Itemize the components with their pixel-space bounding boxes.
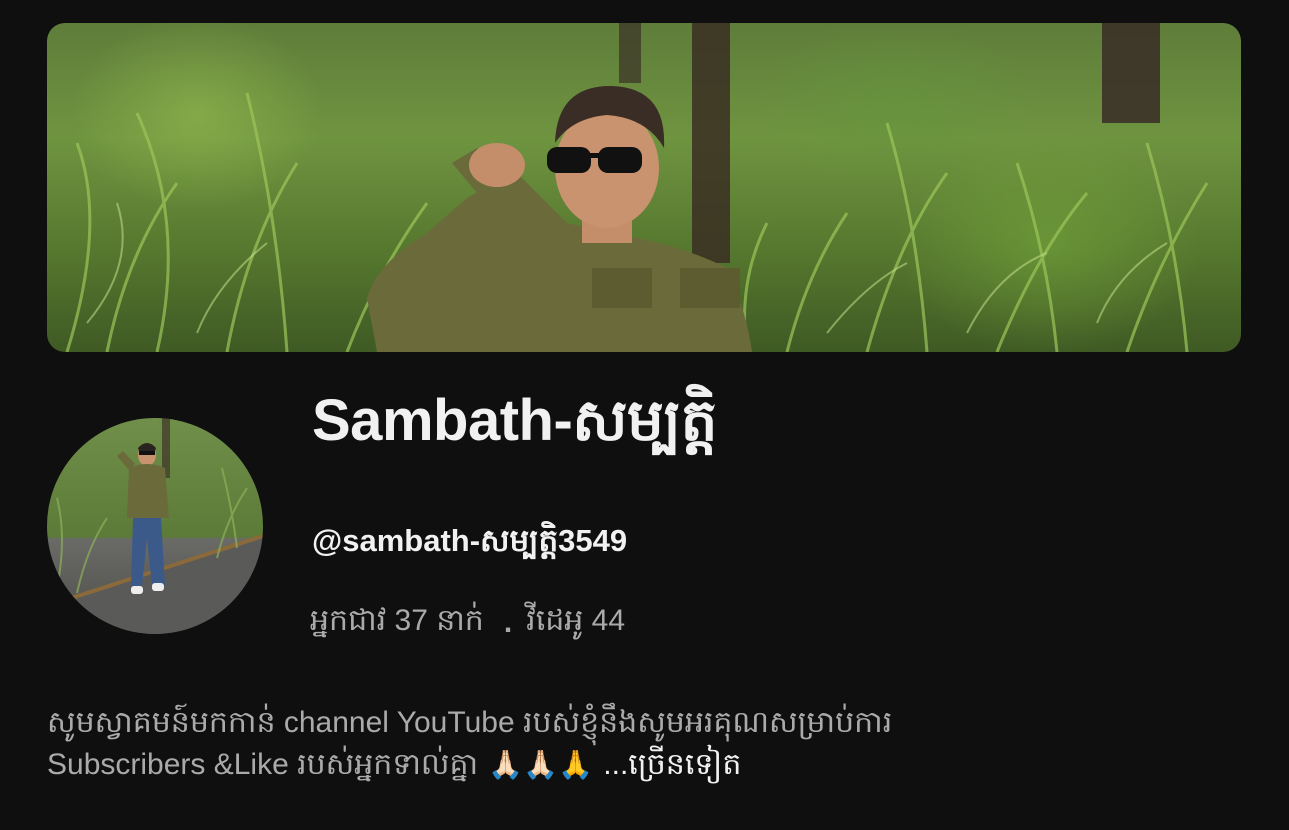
channel-name: Sambath-សម្បត្តិ [312,388,717,453]
description-line-2-text: Subscribers &Like របស់អ្នកទាល់គ្នា [47,748,479,781]
banner-scene [65,23,1209,352]
avatar-person [117,443,169,594]
subscriber-count: អ្នកជាវ 37 នាក់ [310,604,484,637]
description-line-1: សូមស្វាគមន៍មកកាន់ channel YouTube របស់ខ្… [47,706,893,739]
channel-handle: @sambath-សម្បត្តិ3549 [312,523,628,558]
channel-avatar[interactable] [47,418,263,634]
channel-description[interactable]: សូមស្វាគមន៍មកកាន់ channel YouTube របស់ខ្… [47,702,1197,786]
description-line-2: Subscribers &Like របស់អ្នកទាល់គ្នា 🙏🏻🙏🏻🙏… [47,744,1197,786]
more-link[interactable]: ...ច្រើនទៀត [603,748,741,781]
channel-banner [47,23,1241,352]
video-count: វីដេអូ 44 [526,604,626,637]
channel-page: Sambath-សម្បត្តិ @sambath-សម្បត្តិ3549 អ… [0,0,1289,830]
avatar-scene [47,418,263,634]
pray-emoji-icon: 🙏🏻🙏🏻🙏 [488,749,593,780]
channel-stats: អ្នកជាវ 37 នាក់ . វីដេអូ 44 [310,601,625,645]
stats-separator: . [503,606,513,639]
